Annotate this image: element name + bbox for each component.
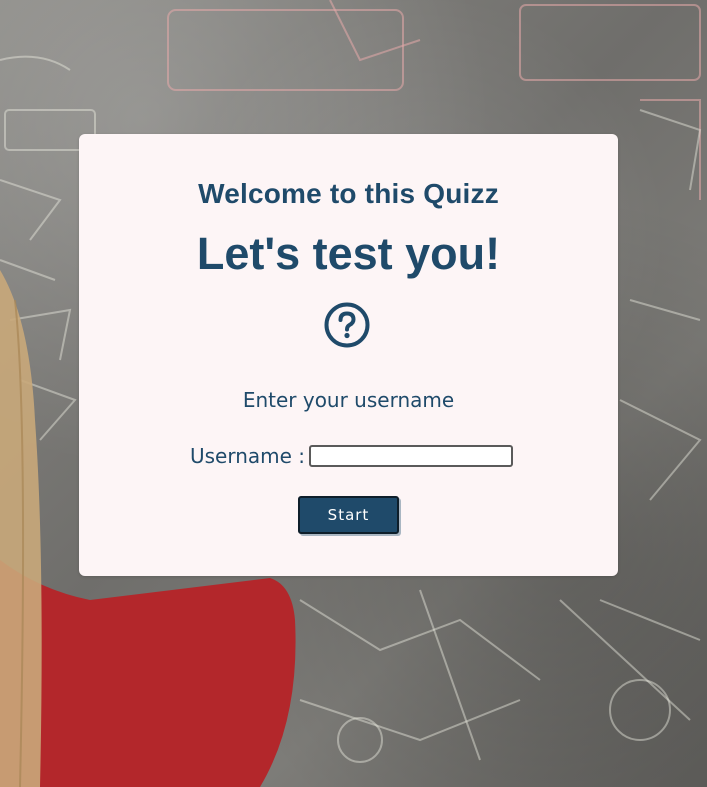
start-button[interactable]: Start — [298, 496, 399, 534]
username-row: Username : — [190, 443, 514, 469]
username-prompt: Enter your username — [242, 388, 455, 412]
question-circle-icon — [324, 302, 370, 348]
welcome-subtitle: Welcome to this Quizz — [198, 178, 499, 209]
username-input[interactable] — [309, 445, 514, 467]
page-title: Let's test you! — [196, 228, 501, 279]
welcome-card: Welcome to this Quizz Let's test you! En… — [79, 134, 618, 576]
username-label: Username : — [190, 444, 306, 468]
